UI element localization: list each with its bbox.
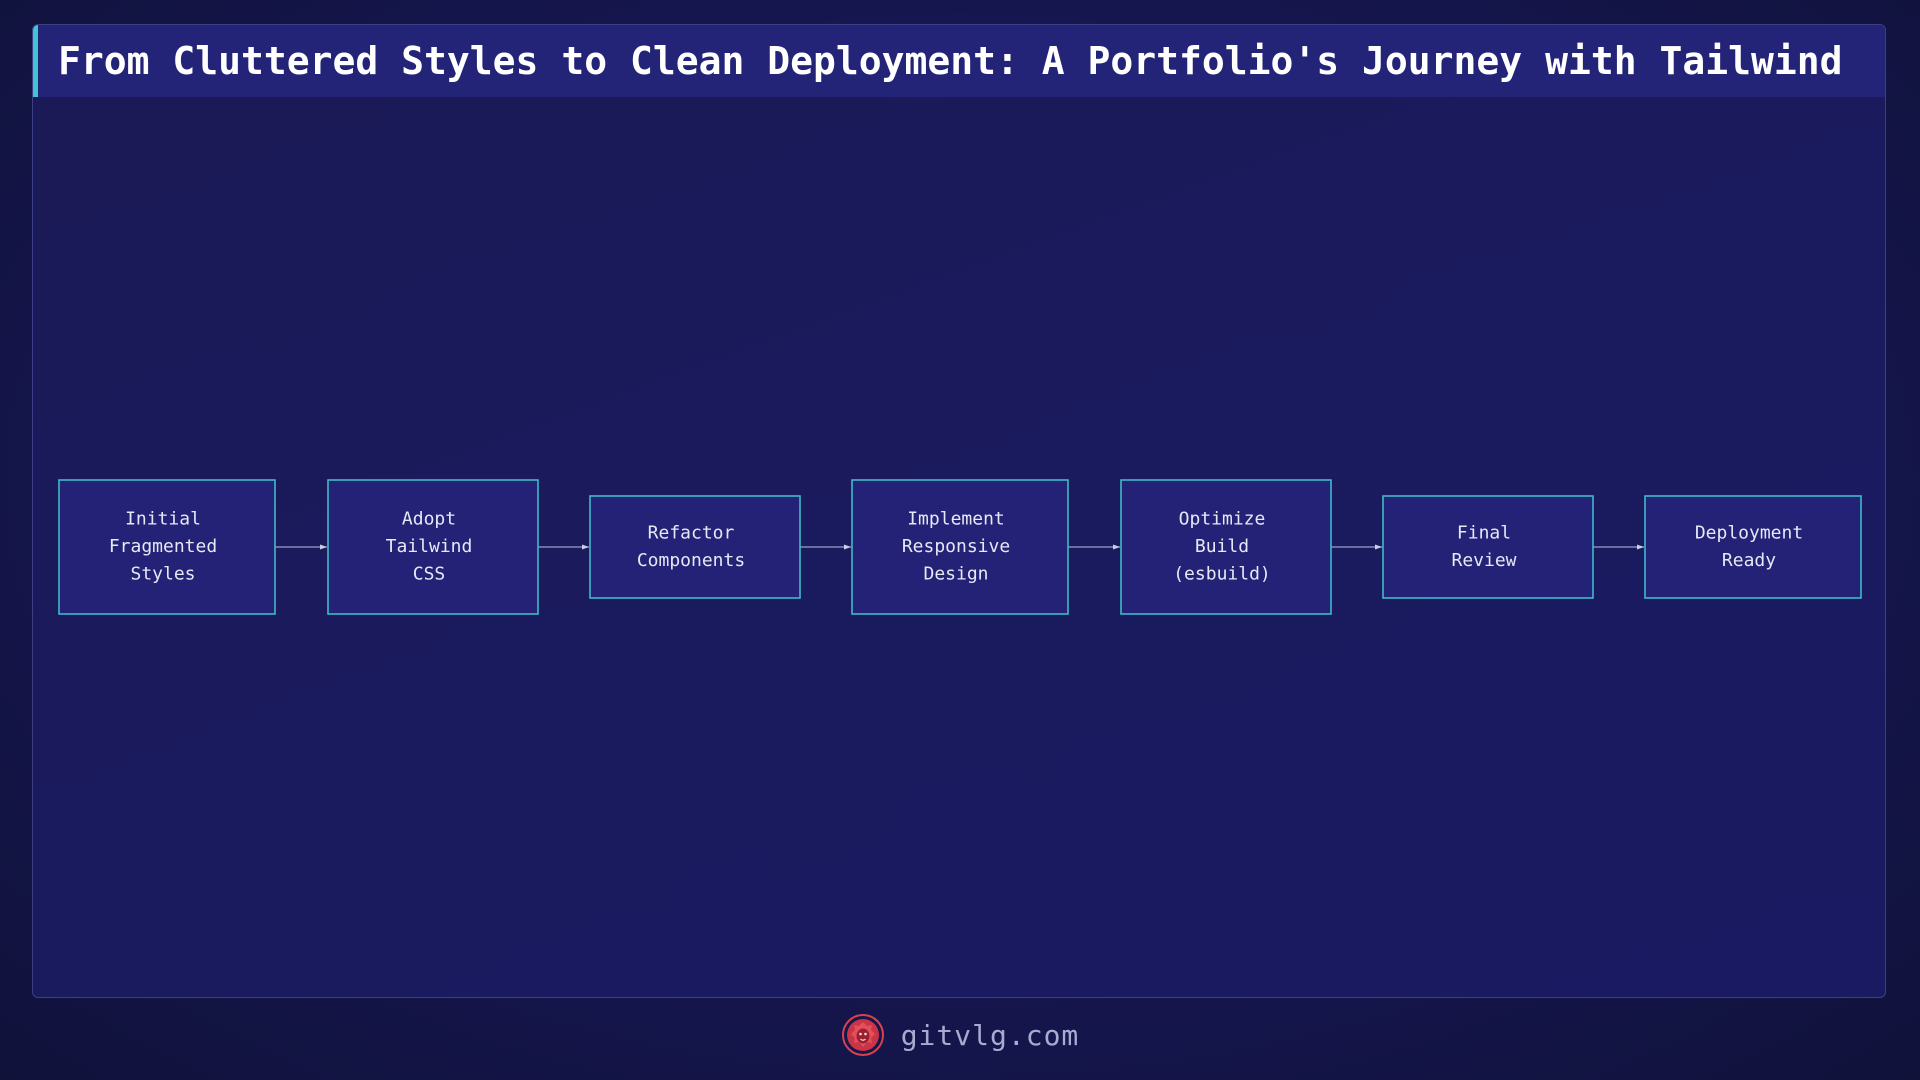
flow-node-label: Build <box>1195 536 1249 557</box>
flow-node-initial: Initial Fragmented Styles <box>58 479 276 615</box>
flow-node-adopt: Adopt Tailwind CSS <box>327 479 539 615</box>
flow-node-refactor: Refactor Components <box>589 495 801 599</box>
flow-node-label: Design <box>923 564 988 585</box>
site-link[interactable]: gitvlg.com <box>901 1019 1080 1052</box>
flow-node-label: Optimize <box>1179 509 1266 530</box>
flow-node-label: Styles <box>130 564 195 585</box>
flow-node-label: Refactor <box>648 522 735 543</box>
flow-node-label: Review <box>1451 550 1516 571</box>
flow-node-label: Tailwind <box>386 536 473 557</box>
flow-node-review: Final Review <box>1382 495 1594 599</box>
flow-node-label: Final <box>1457 522 1511 543</box>
footer: gitvlg.com <box>0 1010 1920 1060</box>
flow-node-label: Fragmented <box>109 536 217 557</box>
flowchart: Initial Fragmented Styles Adopt Tailwind CSS R… <box>58 479 1862 615</box>
flow-node-label: Implement <box>907 509 1005 530</box>
flow-node-label: Adopt <box>402 509 456 530</box>
flow-node-box <box>589 495 801 599</box>
flow-node-box <box>1382 495 1594 599</box>
lion-head-icon <box>841 1014 884 1056</box>
flow-node-label: (esbuild) <box>1173 564 1271 585</box>
flow-node-deploy: Deployment Ready <box>1644 495 1862 599</box>
flow-node-label: Ready <box>1722 550 1776 571</box>
nodes: Initial Fragmented Styles Adopt Tailwind CSS R… <box>58 479 1862 615</box>
diagram-panel: From Cluttered Styles to Clean Deploymen… <box>32 24 1886 998</box>
flow-node-responsive: Implement Responsive Design <box>851 479 1069 615</box>
flow-node-box <box>1644 495 1862 599</box>
flow-node-label: Initial <box>125 509 201 530</box>
page: From Cluttered Styles to Clean Deploymen… <box>0 0 1920 1080</box>
flow-node-label: Deployment <box>1695 522 1803 543</box>
flow-node-label: Components <box>637 550 745 571</box>
flow-node-label: CSS <box>413 564 446 585</box>
flow-node-label: Responsive <box>902 536 1010 557</box>
flow-node-optimize: Optimize Build (esbuild) <box>1120 479 1332 615</box>
